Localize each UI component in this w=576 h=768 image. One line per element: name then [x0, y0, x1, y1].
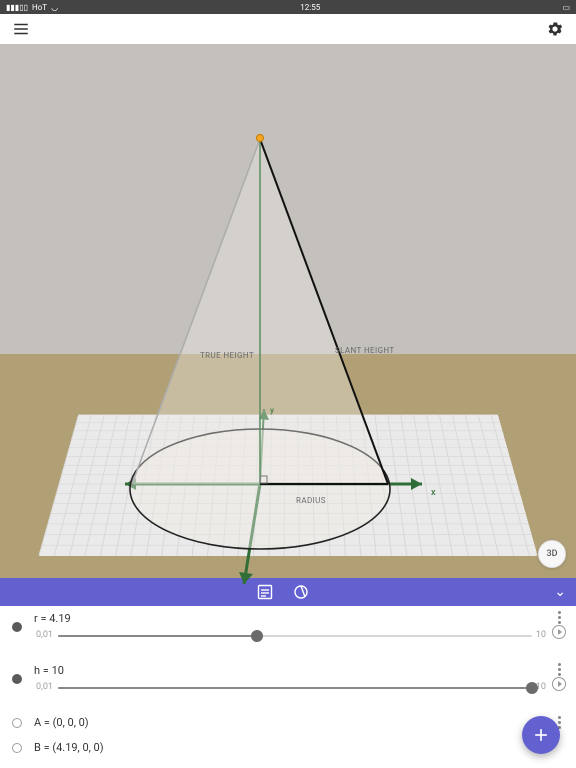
slider-r-thumb[interactable]	[251, 630, 263, 642]
y-axis-label: y	[270, 406, 274, 415]
slant-height-label: SLANT HEIGHT	[335, 346, 395, 355]
visibility-toggle[interactable]	[12, 743, 22, 753]
radius-label: RADIUS	[296, 496, 326, 505]
battery-icon: ▭	[562, 3, 570, 12]
collapse-panel-button[interactable]: ⌄	[554, 584, 566, 600]
row-menu-button[interactable]	[552, 610, 566, 624]
clock: 12:55	[300, 3, 320, 12]
play-animation-button[interactable]	[552, 677, 566, 691]
tools-mode-button[interactable]	[292, 583, 310, 601]
row-menu-button[interactable]	[552, 662, 566, 676]
status-bar: ▮▮▮▯▯ HoT ◡ 12:55 ▭	[0, 0, 576, 14]
point-a-formula: A = (0, 0, 0)	[34, 716, 89, 729]
add-object-button[interactable]	[522, 716, 560, 754]
visibility-toggle[interactable]	[12, 622, 22, 632]
visibility-toggle[interactable]	[12, 718, 22, 728]
slider-r-formula: r = 4.19	[34, 612, 556, 625]
ar-viewport[interactable]: TRUE HEIGHT SLANT HEIGHT RADIUS x y 3D	[0, 44, 576, 578]
point-a-row[interactable]: A = (0, 0, 0)	[0, 710, 576, 735]
algebra-panel: r = 4.19 0,01 10 h = 10 0,01 10 A = (0, …	[0, 606, 576, 768]
signal-icon: ▮▮▮▯▯	[6, 3, 28, 12]
point-b-formula: B = (4.19, 0, 0)	[34, 741, 104, 754]
algebra-mode-button[interactable]	[256, 583, 274, 601]
wifi-icon: ◡	[51, 3, 58, 12]
point-b-row[interactable]: B = (4.19, 0, 0)	[0, 735, 576, 760]
true-height-label: TRUE HEIGHT	[200, 351, 254, 360]
apex-point[interactable]	[256, 134, 264, 142]
slider-h-row[interactable]: h = 10 0,01 10	[0, 658, 576, 710]
menu-button[interactable]	[10, 18, 32, 40]
x-axis-label: x	[431, 488, 436, 498]
play-animation-button[interactable]	[552, 625, 566, 639]
settings-button[interactable]	[544, 18, 566, 40]
slider-r-row[interactable]: r = 4.19 0,01 10	[0, 606, 576, 658]
slider-h-formula: h = 10	[34, 664, 556, 677]
slider-h-track[interactable]: 0,01 10	[58, 687, 532, 689]
visibility-toggle[interactable]	[12, 674, 22, 684]
carrier-label: HoT	[32, 3, 47, 12]
top-bar	[0, 14, 576, 44]
view-mode-toggle[interactable]: 3D	[538, 540, 566, 568]
slider-r-track[interactable]: 0,01 10	[58, 635, 532, 637]
